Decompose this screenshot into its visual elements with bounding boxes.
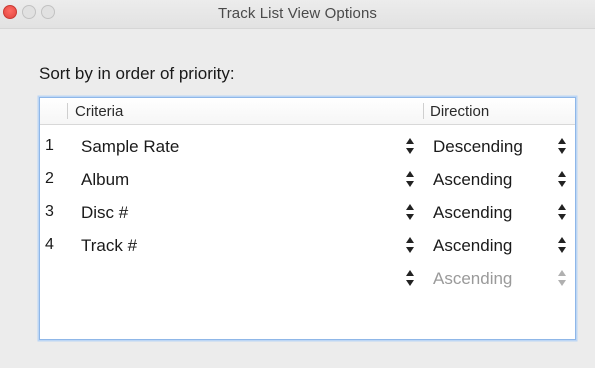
up-down-arrows-icon[interactable]: [556, 137, 568, 155]
row-number: 3: [45, 203, 54, 220]
table-row: 2 Album Ascending: [40, 163, 575, 195]
sort-criteria-table: Criteria Direction 1 Sample Rate Descend…: [39, 97, 576, 340]
table-row: Ascending: [40, 262, 575, 294]
criteria-select-value[interactable]: Disc #: [81, 203, 128, 223]
table-row: 3 Disc # Ascending: [40, 196, 575, 228]
up-down-arrows-icon[interactable]: [556, 203, 568, 221]
criteria-select-value[interactable]: Track #: [81, 236, 137, 256]
direction-select-value: Ascending: [433, 269, 513, 288]
column-separator: [423, 103, 424, 119]
criteria-select-value[interactable]: Album: [81, 170, 129, 190]
row-number: 2: [45, 170, 54, 187]
up-down-arrows-icon[interactable]: [556, 170, 568, 188]
column-header-criteria[interactable]: Criteria: [75, 103, 123, 120]
table-row: 4 Track # Ascending: [40, 229, 575, 261]
column-header-direction[interactable]: Direction: [430, 103, 489, 120]
sort-priority-label: Sort by in order of priority:: [39, 64, 235, 83]
track-list-view-options-window: Track List View Options Sort by in order…: [0, 0, 595, 368]
window-title: Track List View Options: [217, 5, 378, 22]
direction-select-value[interactable]: Ascending: [433, 170, 512, 190]
up-down-arrows-icon[interactable]: [404, 236, 416, 254]
direction-select-value[interactable]: Descending: [433, 137, 523, 157]
up-down-arrows-icon[interactable]: [404, 137, 416, 155]
direction-select-value[interactable]: Ascending: [433, 236, 512, 256]
up-down-arrows-icon: [556, 269, 568, 287]
criteria-select-value[interactable]: Sample Rate: [81, 137, 179, 157]
table-header: Criteria Direction: [40, 98, 575, 125]
table-row: 1 Sample Rate Descending: [40, 130, 575, 162]
up-down-arrows-icon[interactable]: [404, 203, 416, 221]
title-bar: Track List View Options: [0, 0, 595, 29]
column-separator: [67, 103, 68, 119]
up-down-arrows-icon[interactable]: [404, 170, 416, 188]
row-number: 4: [45, 236, 54, 253]
row-number: 1: [45, 137, 54, 154]
up-down-arrows-icon[interactable]: [556, 236, 568, 254]
up-down-arrows-icon[interactable]: [404, 269, 416, 287]
direction-select-value[interactable]: Ascending: [433, 203, 512, 223]
